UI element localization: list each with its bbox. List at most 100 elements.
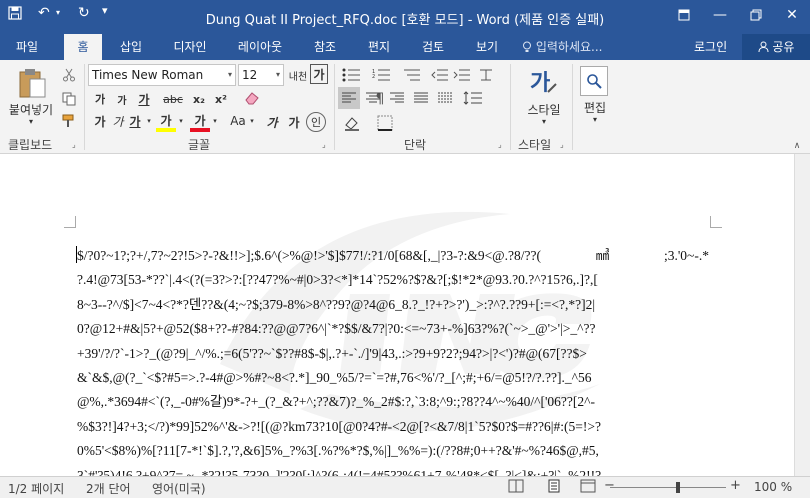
collapse-ribbon-icon[interactable]: ∧ xyxy=(790,140,804,152)
paragraph-launcher-icon[interactable]: ⌟ xyxy=(498,140,502,149)
italic-button[interactable]: 가 xyxy=(110,112,126,130)
superscript-button[interactable]: x² xyxy=(212,90,230,108)
font-size-value: 12 xyxy=(242,68,258,82)
multilevel-list-icon[interactable] xyxy=(400,66,424,84)
font-color-button[interactable]: 가 xyxy=(190,112,210,132)
tab-view[interactable]: 보기 xyxy=(464,34,510,60)
numbering-icon[interactable]: 12 xyxy=(370,66,394,84)
tab-insert[interactable]: 삽입 xyxy=(108,34,154,60)
copy-icon[interactable] xyxy=(60,90,78,108)
character-border-button[interactable]: 가 xyxy=(310,64,328,84)
tell-me-box[interactable]: 입력하세요... xyxy=(522,34,602,60)
document-line: @%,.*3694#<`(?,_-0#%갈)9*-?+_(?_&?+^;??&7… xyxy=(77,394,595,410)
tab-mailings[interactable]: 편지 xyxy=(356,34,402,60)
zoom-in-icon[interactable]: + xyxy=(730,478,741,493)
increase-indent-icon[interactable] xyxy=(452,66,472,84)
svg-text:가: 가 xyxy=(530,71,550,96)
asian-layout-icon[interactable] xyxy=(476,66,496,84)
group-separator xyxy=(84,64,85,150)
align-left-icon[interactable] xyxy=(338,87,360,109)
decrease-indent-icon[interactable] xyxy=(430,66,450,84)
chevron-down-icon[interactable]: ▾ xyxy=(211,114,219,128)
login-link[interactable]: 로그인 xyxy=(694,34,727,60)
document-body[interactable]: $/?0?~1?;?+/,7?~2?!5>?-?&!!>];$.6^(>%@!>… xyxy=(77,244,709,476)
tab-layout[interactable]: 레이아웃 xyxy=(228,34,292,60)
read-mode-icon[interactable] xyxy=(508,479,524,496)
tab-file[interactable]: 파일 xyxy=(0,34,54,60)
format-painter-icon[interactable] xyxy=(60,112,78,130)
zoom-slider-thumb[interactable] xyxy=(676,482,680,493)
language-indicator[interactable]: 영어(미국) xyxy=(152,480,206,497)
enclose-char-button[interactable]: 인 xyxy=(306,112,326,132)
zoom-slider-track[interactable] xyxy=(610,487,726,488)
restore-icon[interactable] xyxy=(738,0,774,30)
subscript-button[interactable]: x₂ xyxy=(190,90,208,108)
change-case-button[interactable]: Aa xyxy=(226,112,250,130)
share-button[interactable]: 공유 xyxy=(742,34,810,60)
zoom-out-icon[interactable]: − xyxy=(604,478,615,493)
group-separator xyxy=(334,64,335,150)
grow-font-button[interactable]: 가 xyxy=(92,90,108,108)
style-b-button[interactable]: 가 xyxy=(284,112,304,132)
chevron-down-icon[interactable]: ▾ xyxy=(177,114,185,128)
search-icon[interactable] xyxy=(580,66,608,96)
document-area[interactable]: $/?0?~1?;?+/,7?~2?!5>?-?&!!>];$.6^(>%@!>… xyxy=(0,154,810,476)
zoom-level[interactable]: 100 % xyxy=(754,480,792,494)
chevron-down-icon[interactable]: ▾ xyxy=(145,114,153,128)
distributed-icon[interactable] xyxy=(434,87,456,109)
editing-button[interactable]: 편집 xyxy=(576,100,614,115)
paste-icon[interactable] xyxy=(14,66,50,100)
highlight-button[interactable]: 가 xyxy=(156,112,176,132)
font-launcher-icon[interactable]: ⌟ xyxy=(322,140,326,149)
tab-references[interactable]: 참조 xyxy=(302,34,348,60)
ribbon-display-icon[interactable] xyxy=(666,0,702,30)
font-name-combo[interactable]: Times New Roman ▾ xyxy=(88,64,236,86)
paste-button[interactable]: 붙여넣기 xyxy=(4,102,58,117)
vertical-scrollbar[interactable] xyxy=(794,154,810,476)
paste-dropdown-icon[interactable]: ▾ xyxy=(24,116,38,126)
align-right-icon[interactable] xyxy=(386,87,408,109)
tab-review[interactable]: 검토 xyxy=(410,34,456,60)
tab-home[interactable]: 홈 xyxy=(64,34,102,60)
print-layout-icon[interactable] xyxy=(546,479,562,496)
clipboard-group-label: 클립보드 xyxy=(8,138,53,152)
justify-icon[interactable] xyxy=(410,87,432,109)
shading-icon[interactable] xyxy=(340,112,366,134)
editing-dropdown-icon[interactable]: ▾ xyxy=(588,114,602,124)
underline-button[interactable]: 가 xyxy=(126,112,144,130)
strikethrough-button[interactable]: abc xyxy=(160,90,186,108)
svg-text:2: 2 xyxy=(372,74,375,80)
word-count[interactable]: 2개 단어 xyxy=(86,480,131,497)
chevron-down-icon: ▾ xyxy=(275,70,280,79)
document-line: 0%5'<$8%)%[?11[7-*!`$].?,'?,&6]5%_?%3[.%… xyxy=(77,443,599,459)
page-count[interactable]: 1/2 페이지 xyxy=(8,480,64,497)
borders-icon[interactable] xyxy=(372,112,398,134)
eraser-icon[interactable] xyxy=(242,88,262,108)
tab-design[interactable]: 디자인 xyxy=(162,34,218,60)
close-icon[interactable]: ✕ xyxy=(774,0,810,30)
shrink-font-button[interactable]: 가 xyxy=(114,90,130,108)
anchor-c xyxy=(124,110,125,111)
font-size-combo[interactable]: 12 ▾ xyxy=(238,64,284,86)
cut-icon[interactable] xyxy=(60,66,78,84)
document-line: $/?0?~1?;?+/,7?~2?!5>?-?&!!>];$.6^(>%@!>… xyxy=(77,248,709,263)
phonetic-guide-button[interactable]: 내천 xyxy=(288,64,308,86)
clear-format-button[interactable]: 가 xyxy=(136,90,152,108)
minimize-icon[interactable]: — xyxy=(702,0,738,30)
align-center-icon[interactable] xyxy=(362,87,384,109)
line-spacing-icon[interactable] xyxy=(460,87,486,109)
document-page[interactable]: $/?0?~1?;?+/,7?~2?!5>?-?&!!>];$.6^(>%@!>… xyxy=(0,154,794,476)
document-line: ?.4!@73[53-*??`|.4<(?(=3?>?:[??47?%~#|0>… xyxy=(77,272,598,288)
bullets-icon[interactable] xyxy=(340,66,364,84)
styles-icon[interactable]: 가 xyxy=(526,64,562,100)
clipboard-launcher-icon[interactable]: ⌟ xyxy=(72,140,76,149)
web-layout-icon[interactable] xyxy=(580,479,596,496)
style-a-button[interactable]: 가 xyxy=(262,112,282,132)
styles-launcher-icon[interactable]: ⌟ xyxy=(560,140,564,149)
chevron-down-icon[interactable]: ▾ xyxy=(248,114,256,128)
title-bar: ↶ ▾ ↻ ▾ Dung Quat II Project_RFQ.doc [호환… xyxy=(0,0,810,34)
styles-dropdown-icon[interactable]: ▾ xyxy=(537,116,551,126)
bold-button[interactable]: 가 xyxy=(92,112,108,130)
styles-button[interactable]: 스타일 xyxy=(520,102,568,117)
document-line: +39'/?/?`-1>?_(@?9|_^/%.;=6(5'??~`$??#8$… xyxy=(77,345,587,361)
